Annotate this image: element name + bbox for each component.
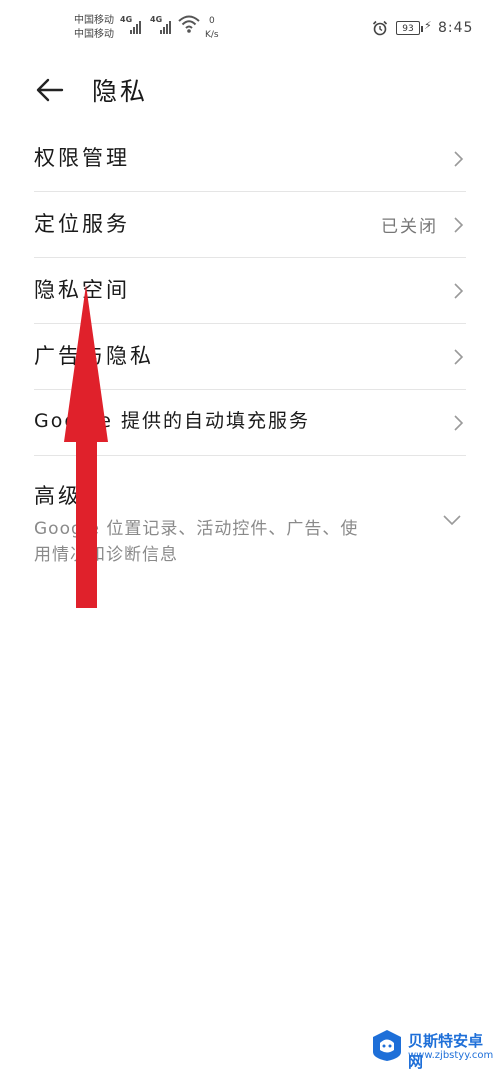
status-bar: 中国移动 中国移动 4G 4G 0 K/s 93 ⚡ 8:45 <box>0 0 500 56</box>
advanced-summary: Google 位置记录、活动控件、广告、使用情况和诊断信息 <box>34 519 359 565</box>
chevron-right-icon <box>454 283 464 299</box>
chevron-right-icon <box>454 151 464 167</box>
advanced-label: 高级 <box>34 484 82 508</box>
item-label: 隐私空间 <box>34 278 130 302</box>
title-bar: 隐私 <box>0 60 500 120</box>
chevron-right-icon <box>454 349 464 365</box>
item-label: 定位服务 <box>34 212 130 236</box>
charging-icon: ⚡ <box>424 19 432 32</box>
chevron-down-icon[interactable] <box>442 514 462 526</box>
autofill-service-item[interactable]: Google 提供的自动填充服务 <box>34 390 466 456</box>
private-space-item[interactable]: 隐私空间 <box>34 258 466 324</box>
network-speed: 0 K/s <box>205 14 219 42</box>
item-value: 已关闭 <box>381 217 438 237</box>
alarm-clock-icon <box>372 20 388 36</box>
clock: 8:45 <box>438 20 474 36</box>
battery-indicator: 93 <box>396 21 423 35</box>
watermark-url: www.zjbstyy.com <box>408 1050 494 1061</box>
back-arrow-icon[interactable] <box>34 74 66 106</box>
signal-1-icon <box>130 20 144 34</box>
item-label: Google 提供的自动填充服务 <box>34 410 311 432</box>
chevron-right-icon <box>454 415 464 431</box>
item-label: 权限管理 <box>34 146 130 170</box>
speed-value: 0 <box>208 16 215 26</box>
carrier-info: 中国移动 中国移动 <box>74 14 114 42</box>
page-title: 隐私 <box>92 77 149 106</box>
advanced-section[interactable]: 高级 Google 位置记录、活动控件、广告、使用情况和诊断信息 <box>34 472 466 582</box>
location-service-item[interactable]: 定位服务 已关闭 <box>34 192 466 258</box>
wifi-icon <box>178 15 200 33</box>
item-label: 广告与隐私 <box>34 344 154 368</box>
watermark: 贝斯特安卓网 www.zjbstyy.com <box>370 1028 496 1071</box>
permission-management-item[interactable]: 权限管理 <box>34 126 466 192</box>
speed-unit: K/s <box>205 30 219 40</box>
ads-and-privacy-item[interactable]: 广告与隐私 <box>34 324 466 390</box>
chevron-right-icon <box>454 217 464 233</box>
carrier-2: 中国移动 <box>74 29 114 40</box>
watermark-logo-icon <box>373 1030 401 1061</box>
signal-2-icon <box>160 20 174 34</box>
carrier-1: 中国移动 <box>74 15 114 26</box>
